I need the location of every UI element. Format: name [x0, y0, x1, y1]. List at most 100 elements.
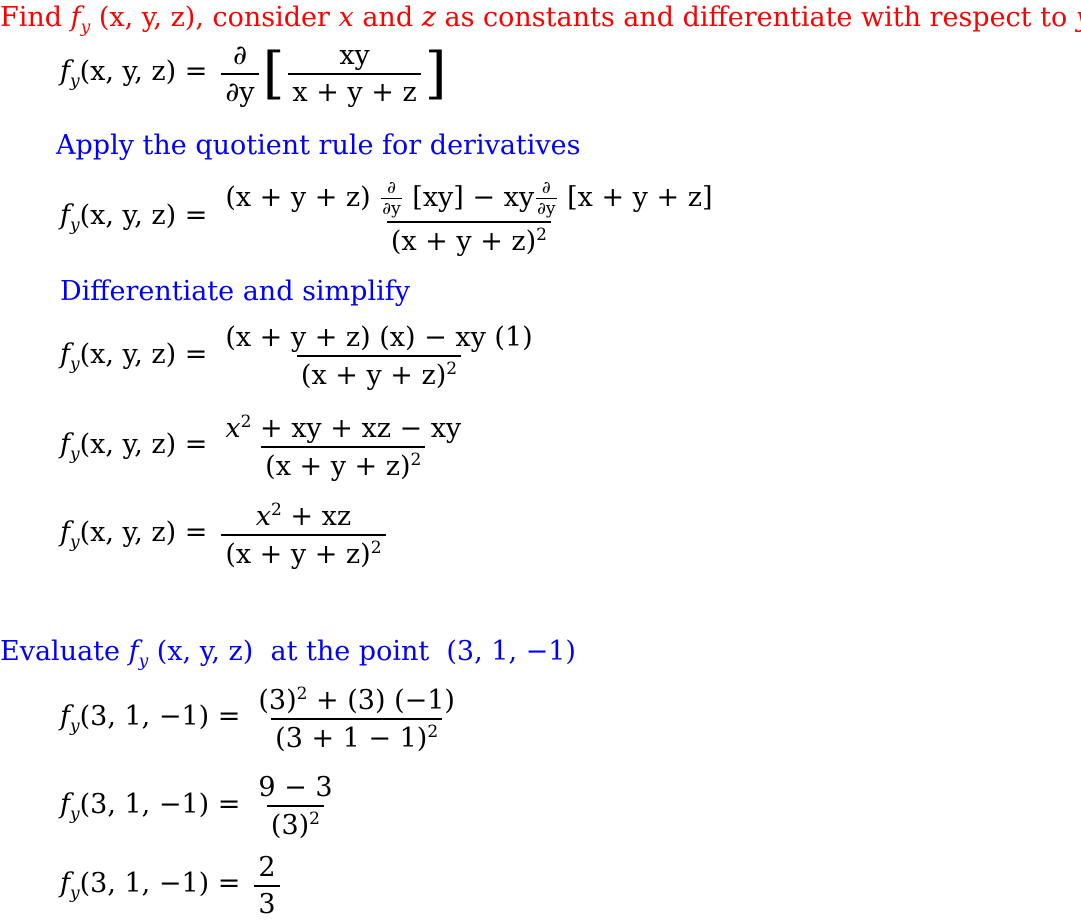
fraction-numerator: (x + y + z) ∂ ∂y [xy] − xy ∂ ∂y [x + y + z]	[221, 178, 716, 221]
term: (3)	[258, 685, 297, 716]
equation-lhs: fy(x, y, z) =	[60, 517, 207, 552]
partial-den: ∂y	[536, 198, 557, 219]
var-z: z	[421, 2, 436, 33]
heading-text: at the point	[253, 636, 447, 667]
equation-2: fy(x, y, z) = (x + y + z) ∂ ∂y [xy] − xy ∂…	[60, 178, 720, 257]
equation-lhs: fy(x, y, z) =	[60, 429, 207, 464]
equation-lhs: fy(3, 1, −1) =	[60, 701, 240, 736]
func-symbol: f	[70, 2, 81, 33]
term: (x + y + z)	[225, 539, 371, 570]
partial-den: ∂y	[381, 198, 402, 219]
func-args: (x, y, z),	[90, 2, 213, 33]
partial-operator: ∂ ∂y	[381, 178, 402, 219]
fraction: x2 + xy + xz − xy (x + y + z)2	[221, 412, 465, 482]
fraction-numerator: 9 − 3	[258, 772, 333, 803]
heading-text: as constants and differentiate with resp…	[435, 2, 1076, 33]
fraction-numerator: x2 + xy + xz − xy	[221, 412, 465, 446]
fraction: (x + y + z) ∂ ∂y [xy] − xy ∂ ∂y [x + y + z]…	[221, 178, 716, 257]
var-y: y	[1076, 2, 1081, 33]
lhs-args: (3, 1, −1) =	[79, 701, 241, 733]
fraction-numerator: (3)2 + (3) (−1)	[254, 684, 459, 718]
term: + xz	[281, 501, 352, 532]
heading-text: consider	[212, 2, 339, 33]
equation-lhs: fy(x, y, z) =	[60, 200, 207, 235]
func-symbol: f	[60, 338, 70, 370]
heading-text: and	[353, 2, 422, 33]
exponent: 2	[240, 412, 252, 432]
func-symbol: f	[60, 56, 70, 88]
step1-heading: Find fy (x, y, z), consider x and z as c…	[0, 2, 1081, 37]
equation-lhs: fy(x, y, z) =	[60, 56, 207, 91]
step2-heading: Evaluate fy (x, y, z) at the point (3, 1…	[0, 636, 576, 671]
equation-6: fy(3, 1, −1) = (3)2 + (3) (−1) (3 + 1 − 1…	[60, 684, 463, 754]
fraction-numerator: ∂	[232, 40, 247, 71]
equation-lhs: fy(3, 1, −1) =	[60, 789, 240, 824]
func-subscript: y	[70, 71, 80, 92]
fraction-denominator: (x + y + z)2	[386, 221, 551, 257]
partial-num: ∂	[541, 178, 551, 198]
exponent: 2	[370, 538, 382, 558]
equation-4: fy(x, y, z) = x2 + xy + xz − xy (x + y + …	[60, 412, 469, 482]
func-subscript: y	[80, 17, 91, 38]
term: (x + y + z)	[390, 226, 537, 257]
final-answer-fraction: 23	[254, 852, 280, 920]
exponent: 2	[309, 809, 320, 829]
fraction-denominator: (x + y + z)2	[221, 534, 386, 570]
heading-text: Find	[0, 2, 71, 33]
exponent: 2	[427, 722, 439, 742]
func-subscript: y	[70, 215, 80, 236]
func-symbol: f	[60, 868, 70, 900]
fraction: (3)2 + (3) (−1) (3 + 1 − 1)2	[254, 684, 459, 754]
func-args: (x, y, z)	[148, 636, 254, 667]
fraction: (x + y + z) (x) − xy (1) (x + y + z)2	[221, 322, 536, 391]
equation-lhs: fy(x, y, z) =	[60, 339, 207, 374]
func-symbol: f	[60, 199, 70, 231]
lhs-args: (x, y, z) =	[79, 517, 208, 549]
equation-8: fy(3, 1, −1) = 23	[60, 852, 284, 920]
fraction-numerator: (x + y + z) (x) − xy (1)	[225, 322, 533, 353]
equation-5: fy(x, y, z) = x2 + xz (x + y + z)2	[60, 500, 390, 570]
func-subscript: y	[138, 651, 149, 672]
equation-1: fy(x, y, z) = ∂ ∂y [ xy x + y + z ]	[60, 40, 447, 108]
exponent: 2	[296, 684, 308, 704]
lhs-args: (x, y, z) =	[79, 56, 208, 88]
lhs-args: (x, y, z) =	[79, 429, 208, 461]
right-bracket: ]	[424, 41, 447, 106]
fraction: 9 − 3 (3)2	[254, 772, 336, 841]
fraction-numerator: xy	[339, 40, 370, 71]
term: [xy] − xy	[412, 182, 535, 213]
lhs-args: (x, y, z) =	[79, 338, 208, 370]
partial-operator: ∂ ∂y	[221, 40, 259, 108]
func-symbol: f	[128, 636, 139, 667]
term: (x + y + z)	[265, 451, 411, 482]
fraction-denominator: ∂y	[221, 73, 259, 108]
fraction-denominator: x + y + z	[288, 73, 421, 108]
term: (x + y + z)	[300, 360, 447, 391]
func-subscript: y	[70, 804, 80, 825]
note-quotient-rule: Apply the quotient rule for derivatives	[56, 130, 581, 161]
fraction-denominator: (x + y + z)2	[261, 446, 426, 482]
equation-7: fy(3, 1, −1) = 9 − 3 (3)2	[60, 772, 341, 841]
lhs-args: (x, y, z) =	[79, 199, 208, 231]
fraction-numerator: 2	[258, 852, 276, 883]
exponent: 2	[271, 500, 282, 520]
left-bracket: [	[262, 41, 285, 106]
note-differentiate: Differentiate and simplify	[60, 276, 410, 307]
fraction-numerator: x2 + xz	[252, 500, 355, 534]
lhs-args: (3, 1, −1) =	[79, 788, 241, 820]
func-subscript: y	[70, 716, 80, 737]
term: (3 + 1 − 1)	[275, 723, 428, 754]
func-symbol: f	[60, 517, 70, 549]
exponent: 2	[446, 359, 458, 379]
func-symbol: f	[60, 429, 70, 461]
term: [x + y + z]	[567, 182, 713, 213]
var-x: x	[338, 2, 354, 33]
func-symbol: f	[60, 788, 70, 820]
func-subscript: y	[70, 532, 80, 553]
equation-3: fy(x, y, z) = (x + y + z) (x) − xy (1) (x…	[60, 322, 541, 391]
term: x	[225, 413, 241, 444]
exponent: 2	[536, 225, 547, 245]
fraction-denominator: (x + y + z)2	[296, 355, 462, 391]
term: x	[255, 501, 272, 532]
term: (x + y + z)	[225, 182, 371, 213]
